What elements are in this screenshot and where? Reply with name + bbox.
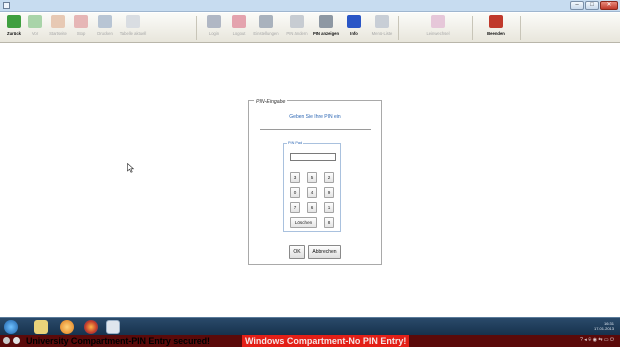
digit-key[interactable]: 9	[324, 187, 334, 198]
pin-show-icon	[319, 15, 333, 28]
toolbar-button-label: Info	[350, 31, 358, 36]
close-button[interactable]: ✕	[600, 1, 618, 10]
digit-key[interactable]: 8	[324, 217, 334, 228]
exit-icon	[489, 15, 503, 28]
toolbar-separator	[472, 16, 473, 40]
toolbar-button-label: Logout	[232, 31, 246, 36]
dialog-title: PIN-Eingabe	[254, 99, 288, 105]
toolbar-button-12[interactable]: Menü-Liste	[368, 15, 396, 41]
university-secured-text: University Compartment-PIN Entry secured…	[26, 336, 210, 346]
clear-key[interactable]: Löschen	[290, 217, 317, 228]
ok-button[interactable]: OK	[289, 245, 305, 259]
toolbar-button-label: Stop	[76, 31, 86, 36]
toolbar-button-7[interactable]: Logout	[230, 15, 248, 41]
app-icon	[3, 2, 10, 9]
tray-date: 17.01.2013	[593, 326, 614, 331]
digit-key[interactable]: 4	[307, 187, 317, 198]
toolbar-button-label: Menü-Liste	[371, 31, 393, 36]
toolbar-button-2[interactable]: Startseite	[47, 15, 69, 41]
windows-taskbar: 16:31 17.01.2013	[0, 317, 620, 335]
window-controls: – □ ✕	[570, 1, 618, 10]
explorer-icon[interactable]	[34, 320, 48, 334]
toolbar-button-11[interactable]: Info	[346, 15, 362, 41]
status-gear-icon	[3, 337, 10, 344]
toolbar-button-label: Leinwechsel	[426, 31, 450, 36]
toolbar-button-5[interactable]: Tabelle aktuell	[118, 15, 148, 41]
status-icons	[3, 337, 20, 344]
media-player-icon[interactable]	[60, 320, 74, 334]
mouse-cursor-icon	[127, 163, 135, 173]
digit-key[interactable]: 5	[307, 172, 317, 183]
toolbar-button-13[interactable]: Leinwechsel	[423, 15, 453, 41]
forward-arrow-icon	[28, 15, 42, 28]
toolbar-button-label: Startseite	[49, 31, 67, 36]
browser-toolbar: Zurück Vor Startseite Stop Drucken Tabelle ak…	[0, 13, 620, 43]
window-title-bar: – □ ✕	[0, 0, 620, 12]
pin-pad: PIN Pad 3 5 2 0 4 9 7 6 1 Löschen 8	[283, 141, 341, 232]
tools-icon	[259, 15, 273, 28]
toolbar-button-14[interactable]: Beenden	[483, 15, 509, 41]
toolbar-button-label: Zurück	[7, 31, 21, 36]
toolbar-separator	[196, 16, 197, 40]
app-window-icon[interactable]	[106, 320, 120, 334]
toolbar-button-6[interactable]: Login	[204, 15, 224, 41]
maximize-button[interactable]: □	[585, 1, 599, 10]
pin-input-field[interactable]	[290, 153, 336, 161]
back-arrow-icon	[7, 15, 21, 28]
toolbar-button-3[interactable]: Stop	[72, 15, 90, 41]
toolbar-button-label: PIN ändern	[286, 31, 308, 36]
stop-icon	[74, 15, 88, 28]
pin-prompt: Geben Sie Ihre PIN ein	[289, 114, 341, 120]
toolbar-separator	[398, 16, 399, 40]
toolbar-button-label: Tabelle aktuell	[119, 31, 147, 36]
info-icon	[347, 15, 361, 28]
digit-key[interactable]: 6	[307, 202, 317, 213]
weather-icon	[126, 15, 140, 28]
cancel-button[interactable]: Abbrechen	[308, 245, 341, 259]
toolbar-button-label: Vor	[31, 31, 39, 36]
toolbar-button-8[interactable]: Einstellungen	[252, 15, 280, 41]
users-icon	[207, 15, 221, 28]
pin-entry-dialog: PIN-Eingabe Geben Sie Ihre PIN ein PIN P…	[248, 99, 382, 265]
firefox-icon[interactable]	[84, 320, 98, 334]
toolbar-button-10[interactable]: PIN anzeigen	[311, 15, 341, 41]
digit-key[interactable]: 1	[324, 202, 334, 213]
compartment-status-bar: University Compartment-PIN Entry secured…	[0, 335, 620, 347]
toolbar-button-1[interactable]: Vor	[28, 15, 42, 41]
system-tray-clock[interactable]: 16:31 17.01.2013	[594, 321, 614, 331]
switch-icon	[431, 15, 445, 28]
windows-no-pin-warning: Windows Compartment-No PIN Entry!	[242, 335, 410, 347]
toolbar-button-label: Login	[208, 31, 220, 36]
minimize-button[interactable]: –	[570, 1, 584, 10]
toolbar-button-4[interactable]: Drucken	[95, 15, 115, 41]
toolbar-button-label: Beenden	[487, 31, 505, 36]
home-icon	[51, 15, 65, 28]
toolbar-button-0[interactable]: Zurück	[4, 15, 24, 41]
digit-key[interactable]: 3	[290, 172, 300, 183]
digit-key[interactable]: 7	[290, 202, 300, 213]
dialog-divider	[260, 129, 371, 130]
toolbar-button-label: PIN anzeigen	[312, 31, 340, 36]
pin-change-icon	[290, 15, 304, 28]
digit-key[interactable]: 0	[290, 187, 300, 198]
status-key-icon	[13, 337, 20, 344]
toolbar-button-label: Einstellungen	[253, 31, 279, 36]
logout-icon	[232, 15, 246, 28]
toolbar-button-label: Drucken	[97, 31, 113, 36]
status-tray-icons: ? ◂ ⌾ ◉ ⇆ ▭ ⏻	[580, 337, 614, 343]
digit-key[interactable]: 2	[324, 172, 334, 183]
toolbar-separator	[520, 16, 521, 40]
pin-pad-title: PIN Pad	[287, 141, 304, 145]
toolbar-button-9[interactable]: PIN ändern	[284, 15, 310, 41]
start-orb-icon[interactable]	[4, 320, 18, 334]
folder-icon	[375, 15, 389, 28]
printer-icon	[98, 15, 112, 28]
